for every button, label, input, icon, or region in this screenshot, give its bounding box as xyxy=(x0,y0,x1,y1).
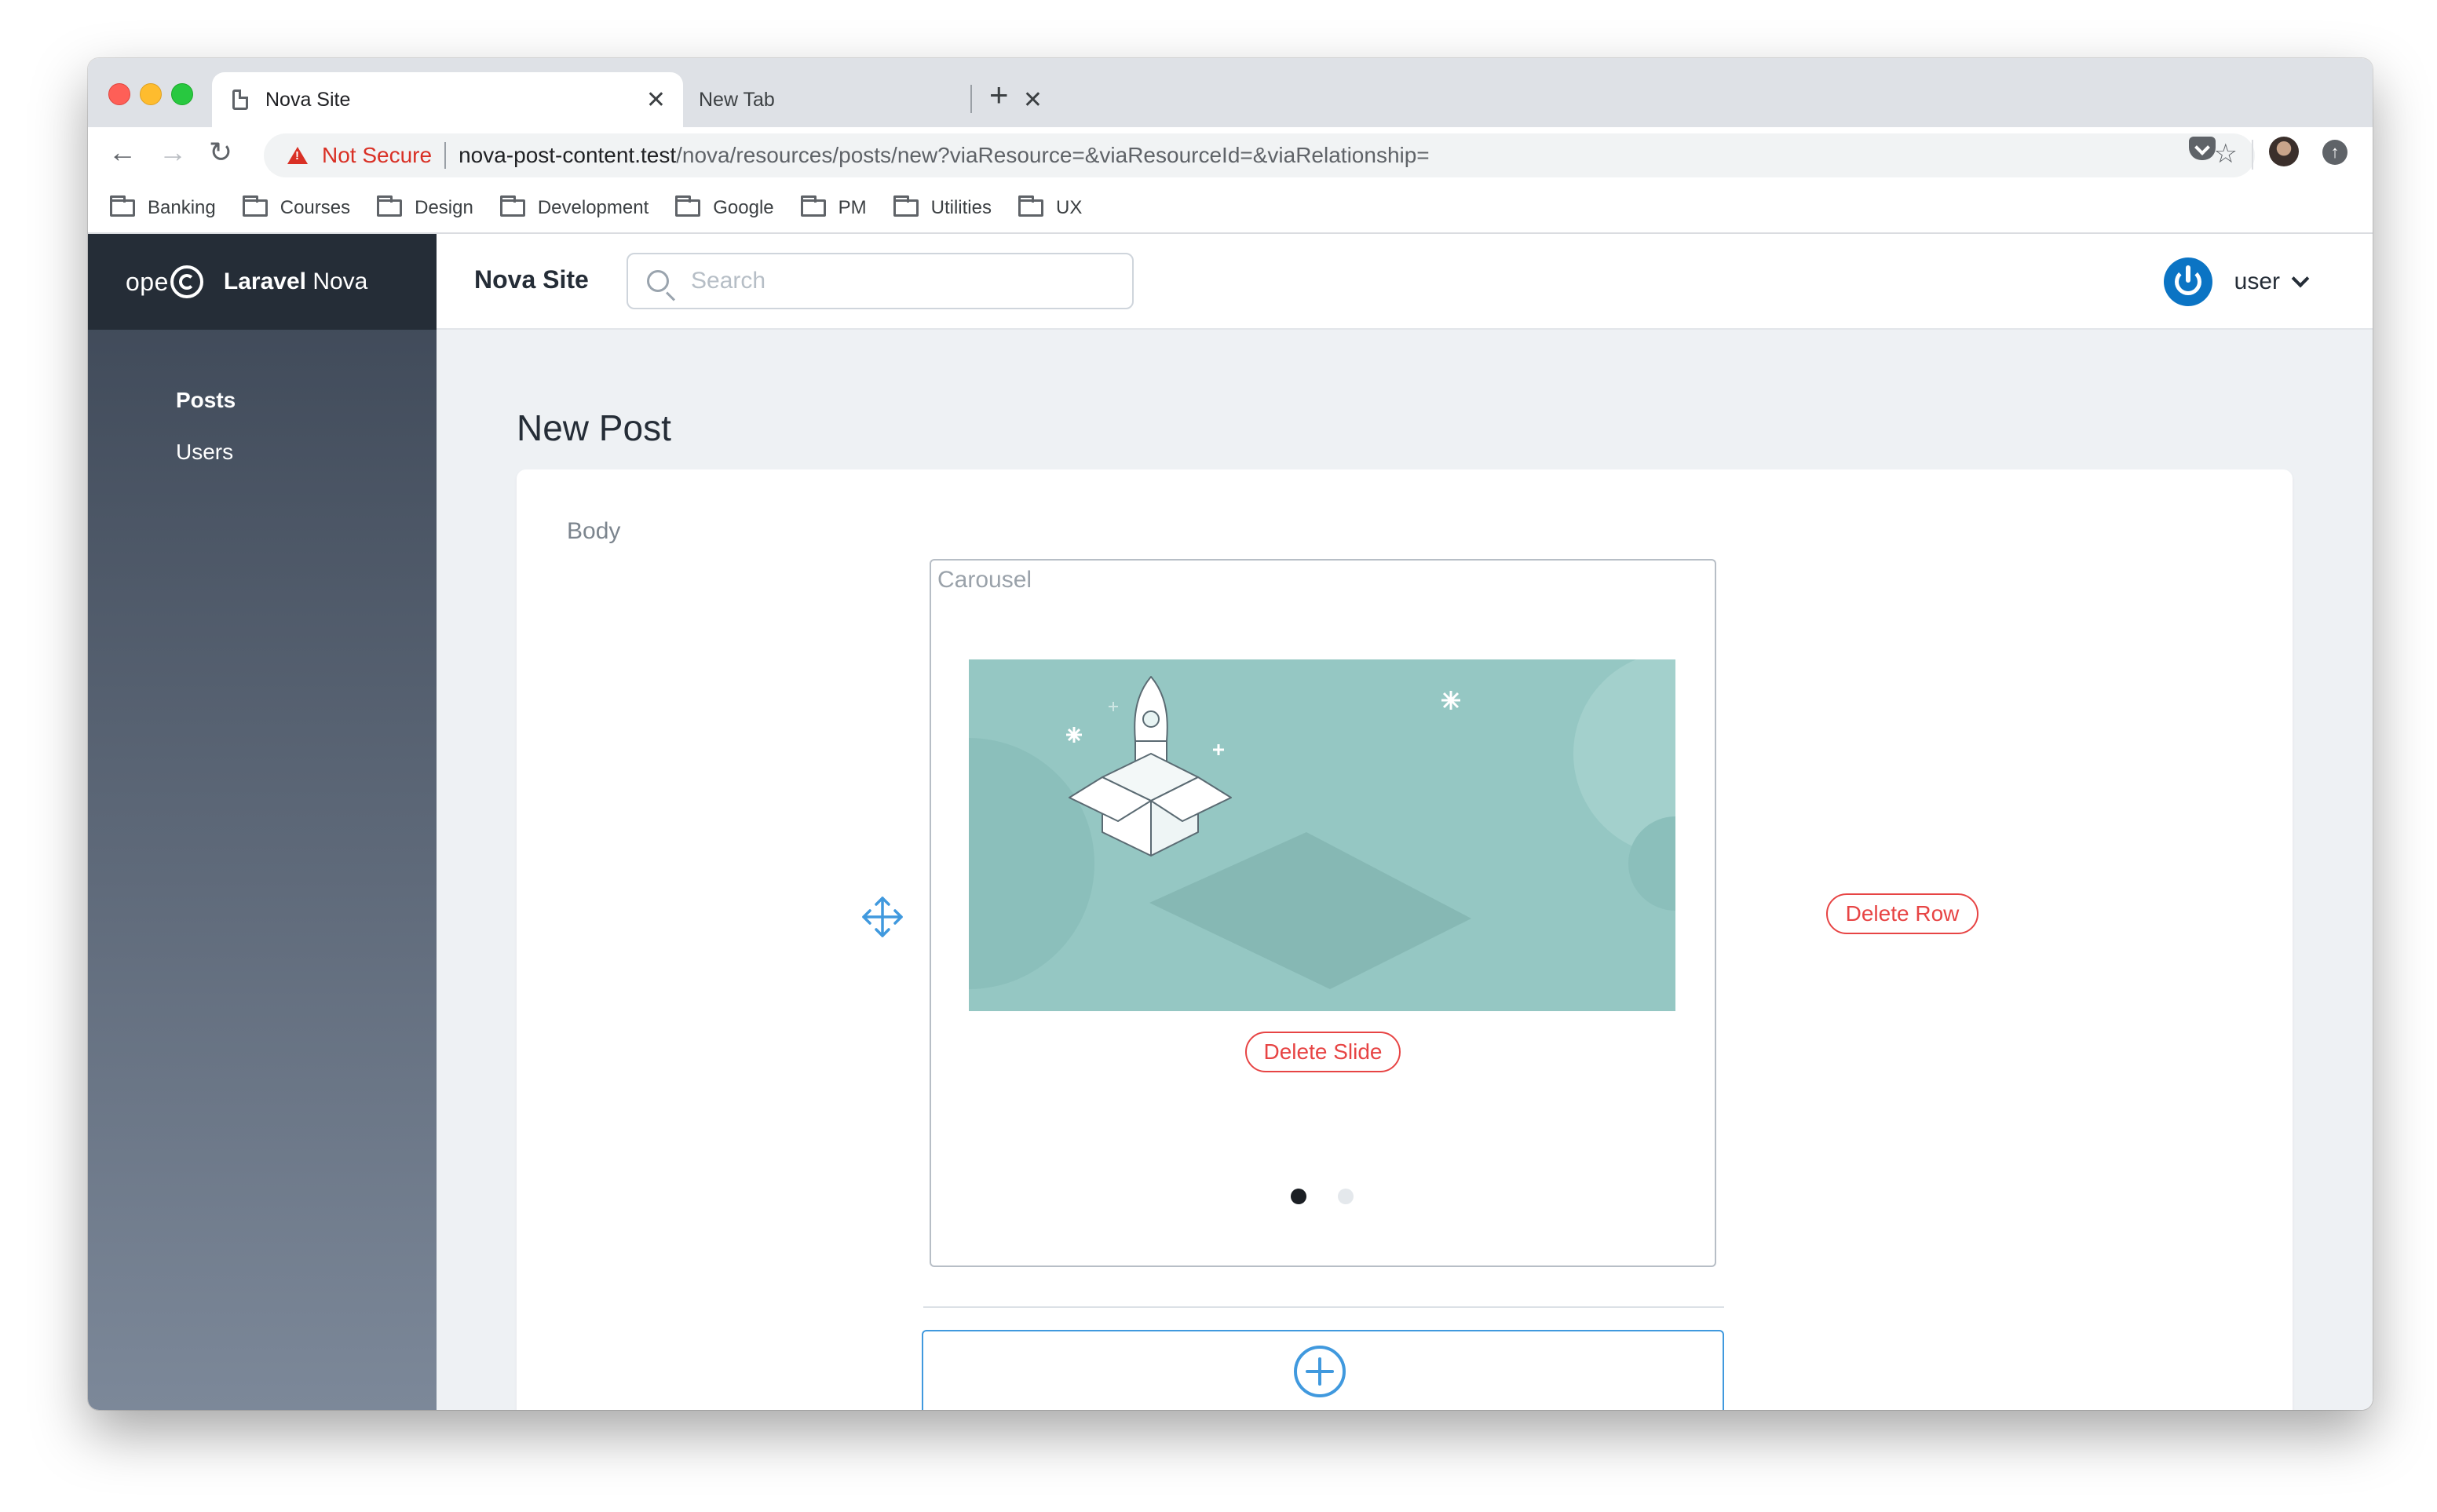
bookmark-label: Courses xyxy=(280,197,351,218)
zoom-window-button[interactable] xyxy=(171,83,193,105)
security-indicator[interactable]: Not Secure xyxy=(322,143,432,168)
logo[interactable]: ope xyxy=(126,268,169,297)
carousel-block: Carousel Delete Slide xyxy=(930,559,1716,1267)
tab-nova-site[interactable]: Nova Site ✕ xyxy=(212,72,683,127)
site-name: Nova Site xyxy=(474,265,589,294)
carousel-label: Carousel xyxy=(937,567,1032,593)
folder-icon xyxy=(499,195,525,217)
close-tab-icon[interactable]: ✕ xyxy=(1023,86,1043,114)
tab-title: Nova Site xyxy=(265,88,351,111)
app-header: Nova Site user xyxy=(437,234,2373,330)
bookmark-star-icon[interactable]: ☆ xyxy=(2214,138,2238,170)
warning-icon xyxy=(287,147,308,164)
browser-toolbar: ← → ↻ Not Secure nova-post-content.test/… xyxy=(88,127,2373,184)
chevron-down-icon xyxy=(2291,269,2310,288)
search-box[interactable] xyxy=(627,253,1134,309)
nova-app: ope Laravel Nova Posts Users Nova Site u… xyxy=(88,234,2373,1410)
field-label-body: Body xyxy=(567,518,621,544)
add-block-area[interactable] xyxy=(922,1330,1724,1410)
bookmark-label: Utilities xyxy=(930,197,992,218)
tab-strip: Nova Site ✕ New Tab ✕ + xyxy=(88,58,2373,127)
main-content: New Post Body Carousel Delete Slide Dele… xyxy=(437,330,2373,1410)
bookmark-courses[interactable]: Courses xyxy=(242,195,351,219)
bookmark-banking[interactable]: Banking xyxy=(110,195,216,219)
reload-icon[interactable]: ↻ xyxy=(209,138,232,166)
sidebar: ope Laravel Nova Posts Users xyxy=(88,234,437,1410)
bookmark-design[interactable]: Design xyxy=(377,195,473,219)
user-label: user xyxy=(2234,268,2280,294)
url-path: /nova/resources/posts/new?viaResource=&v… xyxy=(676,143,1430,167)
url-separator xyxy=(444,142,447,169)
bookmark-label: Development xyxy=(537,197,649,218)
brand-bold: Laravel xyxy=(223,268,306,294)
carousel-dot-2[interactable] xyxy=(1338,1189,1354,1204)
user-menu[interactable]: user xyxy=(2163,257,2310,306)
pocket-extension-icon[interactable] xyxy=(2189,137,2216,160)
bookmark-google[interactable]: Google xyxy=(675,195,774,219)
back-arrow-icon[interactable]: ← xyxy=(108,138,137,166)
url-text[interactable]: nova-post-content.test/nova/resources/po… xyxy=(459,143,1430,168)
bookmark-label: UX xyxy=(1055,197,1083,218)
sidebar-item-users[interactable]: Users xyxy=(176,440,233,465)
profile-avatar[interactable] xyxy=(2269,137,2299,166)
folder-icon xyxy=(675,195,701,217)
brand-name: Laravel Nova xyxy=(224,268,367,295)
minimize-window-button[interactable] xyxy=(140,83,162,105)
bookmark-utilities[interactable]: Utilities xyxy=(893,195,992,219)
toolbar-separator xyxy=(2252,140,2253,170)
close-window-button[interactable] xyxy=(108,83,130,105)
bookmark-label: PM xyxy=(838,197,867,218)
browser-window: Nova Site ✕ New Tab ✕ + ← → ↻ Not Secure… xyxy=(88,58,2373,1410)
bookmark-label: Banking xyxy=(148,197,216,218)
close-tab-icon[interactable]: ✕ xyxy=(646,86,666,114)
page-title: New Post xyxy=(517,407,671,448)
folder-icon xyxy=(242,195,268,217)
delete-slide-button[interactable]: Delete Slide xyxy=(1245,1032,1401,1072)
brand-light: Nova xyxy=(312,268,368,294)
plus-circle-icon[interactable] xyxy=(1292,1344,1347,1399)
document-icon xyxy=(232,89,248,110)
brand-bar: ope Laravel Nova xyxy=(88,234,437,330)
bookmark-ux[interactable]: UX xyxy=(1018,195,1083,219)
folder-icon xyxy=(377,195,403,217)
search-input[interactable] xyxy=(689,267,1101,295)
url-host: nova-post-content.test xyxy=(459,143,677,167)
folder-icon xyxy=(893,195,919,217)
swirl-logo-icon xyxy=(170,265,203,298)
power-icon xyxy=(2163,257,2212,306)
bookmarks-bar: Banking Courses Design Development Googl… xyxy=(88,184,2373,234)
bookmark-label: Google xyxy=(713,197,774,218)
tab-separator xyxy=(970,85,972,113)
tab-title: New Tab xyxy=(699,88,775,111)
bookmark-development[interactable]: Development xyxy=(499,195,649,219)
carousel-dot-1[interactable] xyxy=(1291,1189,1306,1204)
address-bar[interactable]: Not Secure nova-post-content.test/nova/r… xyxy=(264,133,2255,177)
folder-icon xyxy=(1018,195,1043,217)
bookmark-pm[interactable]: PM xyxy=(800,195,867,219)
slide-image[interactable] xyxy=(969,659,1675,1011)
move-arrows-icon[interactable] xyxy=(859,893,906,940)
folder-icon xyxy=(110,195,135,217)
forward-arrow-icon[interactable]: → xyxy=(159,138,187,166)
update-arrow-icon[interactable]: ↑ xyxy=(2322,140,2347,165)
row-divider xyxy=(923,1306,1724,1308)
sidebar-item-posts[interactable]: Posts xyxy=(176,388,236,413)
bookmark-label: Design xyxy=(415,197,473,218)
search-icon xyxy=(647,270,669,292)
delete-row-button[interactable]: Delete Row xyxy=(1826,893,1978,934)
form-card: Body Carousel Delete Slide Delete Row xyxy=(517,469,2293,1410)
new-tab-button[interactable]: + xyxy=(989,79,1009,111)
folder-icon xyxy=(800,195,826,217)
